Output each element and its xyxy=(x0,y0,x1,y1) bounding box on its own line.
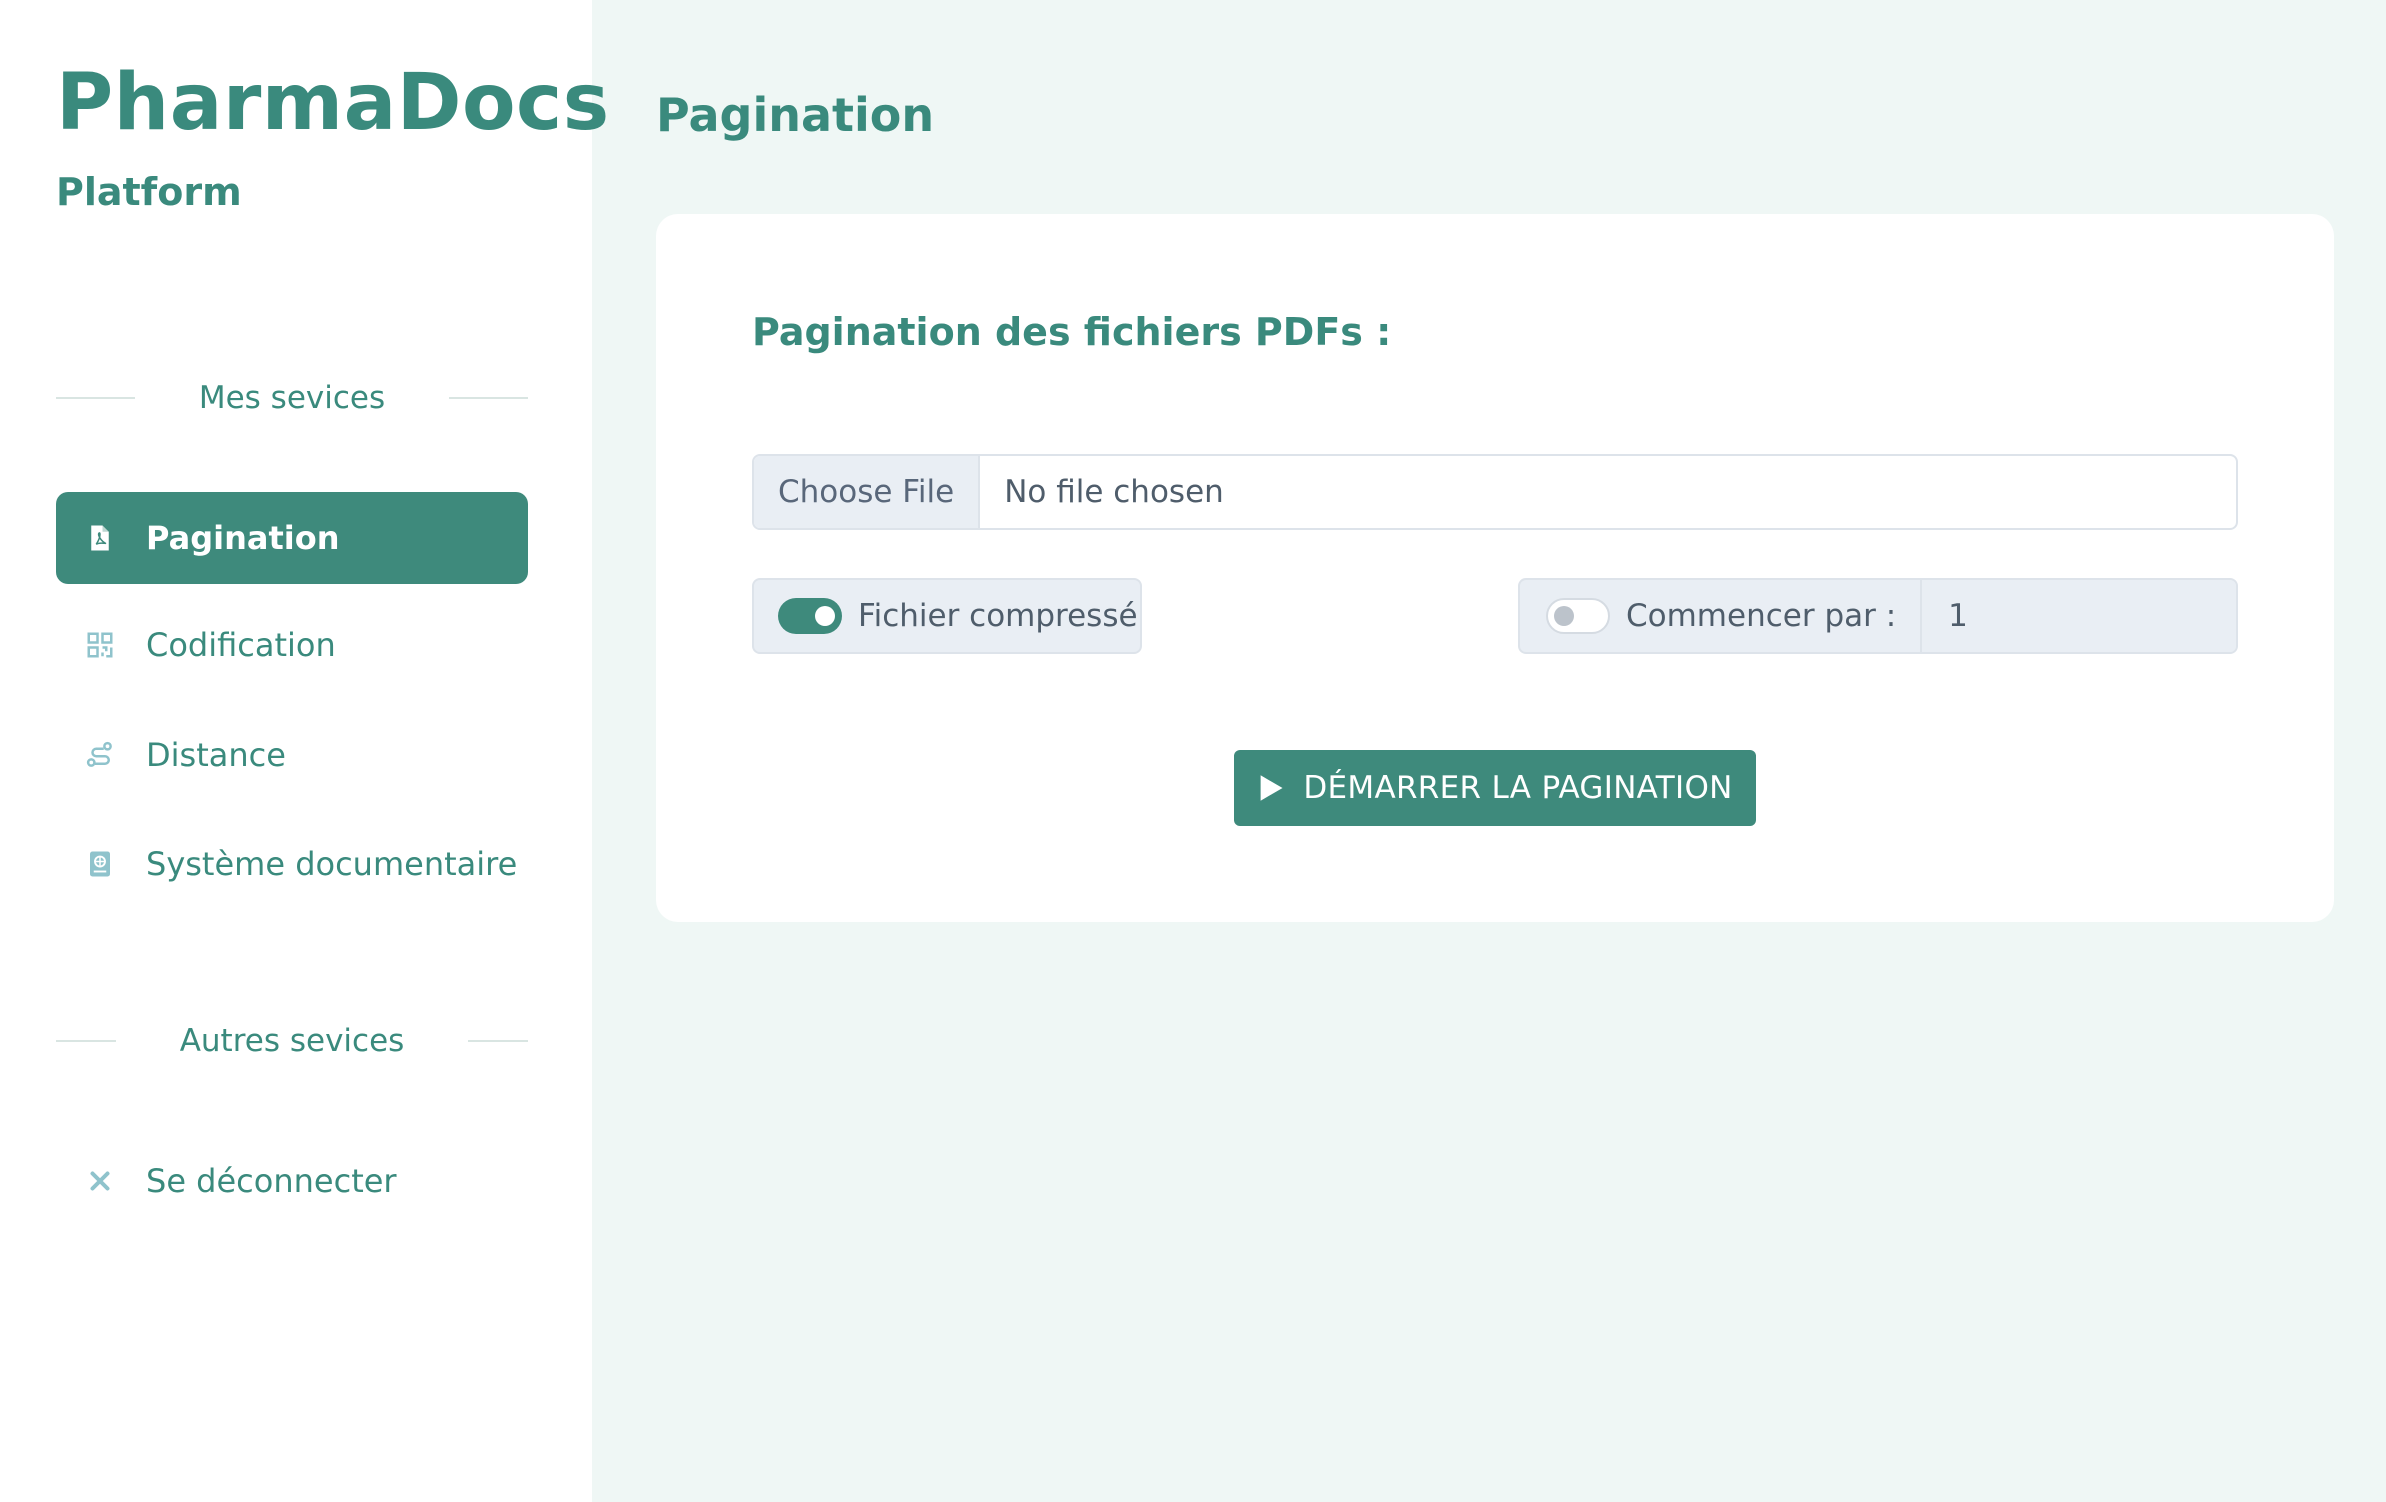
sidebar-item-label: Distance xyxy=(146,736,286,774)
divider xyxy=(56,1040,116,1042)
choose-file-button[interactable]: Choose File xyxy=(754,456,981,528)
compressed-file-label: Fichier compressé xyxy=(858,598,1138,634)
brand-title: PharmaDocs xyxy=(56,58,610,148)
start-page-input[interactable]: 1 xyxy=(1920,580,2236,652)
section-heading-services: Mes sevices xyxy=(56,380,528,416)
qr-code-icon xyxy=(84,629,116,661)
start-pagination-button[interactable]: DÉMARRER LA PAGINATION xyxy=(1234,750,1756,826)
page-title: Pagination xyxy=(656,88,935,142)
file-input[interactable]: Choose File No file chosen xyxy=(752,454,2238,530)
start-pagination-label: DÉMARRER LA PAGINATION xyxy=(1303,770,1733,806)
section-heading-label: Autres sevices xyxy=(179,1023,405,1059)
sidebar-item-label: Système documentaire xyxy=(146,845,518,883)
book-icon xyxy=(84,848,116,880)
divider xyxy=(468,1040,529,1042)
divider xyxy=(449,397,528,399)
card-title: Pagination des fichiers PDFs : xyxy=(752,310,1392,354)
logout-button[interactable]: Se déconnecter xyxy=(56,1135,528,1227)
brand-subtitle: Platform xyxy=(56,170,242,214)
sidebar: PharmaDocs Platform Mes sevices Paginati… xyxy=(0,0,609,1502)
close-icon xyxy=(84,1165,116,1197)
toggle-knob xyxy=(815,606,835,626)
play-icon xyxy=(1260,775,1283,801)
toggle-knob xyxy=(1554,606,1574,626)
divider xyxy=(56,397,135,399)
pagination-card: Pagination des fichiers PDFs : Choose Fi… xyxy=(656,214,2334,922)
sidebar-item-pagination[interactable]: Pagination xyxy=(56,492,528,584)
section-heading-label: Mes sevices xyxy=(198,380,386,416)
file-status-text: No file chosen xyxy=(1004,474,1224,510)
section-heading-other-services: Autres sevices xyxy=(56,1023,529,1059)
sidebar-item-systeme-documentaire[interactable]: Système documentaire xyxy=(56,818,528,910)
compressed-file-toggle-group: Fichier compressé xyxy=(752,578,1142,654)
compressed-file-toggle[interactable] xyxy=(778,598,842,634)
pdf-file-icon xyxy=(84,522,116,554)
sidebar-item-codification[interactable]: Codification xyxy=(56,599,528,691)
start-page-label: Commencer par : xyxy=(1626,598,1897,634)
sidebar-item-label: Codification xyxy=(146,626,336,664)
sidebar-item-label: Pagination xyxy=(146,519,340,557)
sidebar-item-distance[interactable]: Distance xyxy=(56,709,528,801)
route-icon xyxy=(84,739,116,771)
start-page-toggle-group: Commencer par : 1 xyxy=(1518,578,2238,654)
logout-label: Se déconnecter xyxy=(146,1162,397,1200)
start-page-toggle[interactable] xyxy=(1546,598,1610,634)
